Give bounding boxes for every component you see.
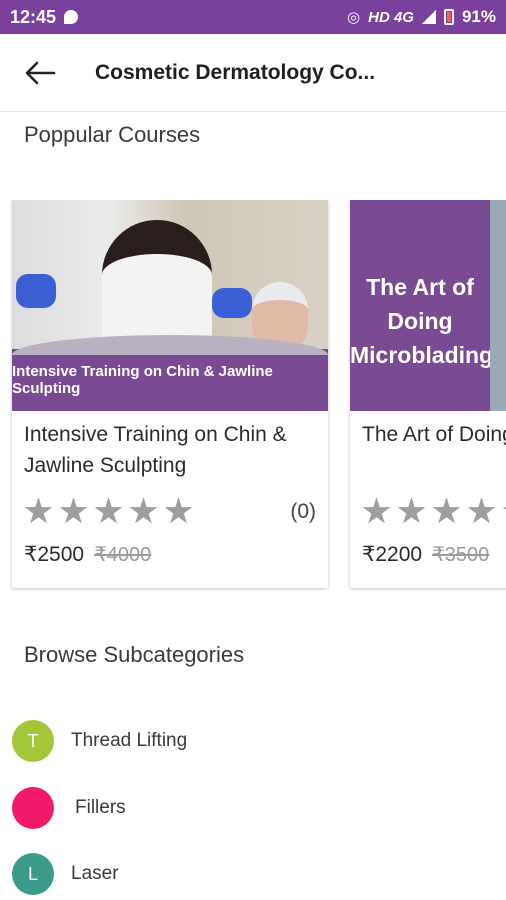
course-thumbnail: The Art of Doing Microblading (350, 200, 506, 411)
arrow-left-icon (25, 61, 56, 84)
status-bar: 12:45 ◎ HD 4G 91% (0, 0, 506, 34)
star-icon (24, 497, 53, 524)
star-icon (94, 497, 123, 524)
subcategory-laser[interactable]: L Laser (12, 853, 119, 895)
glove-shape (16, 274, 56, 308)
back-button[interactable] (0, 34, 80, 112)
glove-shape (212, 288, 252, 318)
app-bar: Cosmetic Dermatology Co... (0, 34, 506, 112)
course-name: Intensive Training on Chin & Jawline Scu… (24, 423, 287, 477)
star-icon (59, 497, 88, 524)
course-price: ₹2200 (362, 543, 423, 566)
subcategory-label: Laser (71, 863, 119, 884)
star-icon (502, 497, 506, 524)
subcategory-label: Thread Lifting (71, 730, 188, 751)
star-icon (362, 497, 391, 524)
course-thumbnail: Intensive Training on Chin & Jawline Scu… (12, 200, 328, 411)
star-icon (164, 497, 193, 524)
course-card[interactable]: Intensive Training on Chin & Jawline Scu… (12, 200, 328, 588)
course-old-price: ₹3500 (432, 544, 490, 566)
battery-icon (443, 9, 454, 25)
status-time: 12:45 (10, 6, 57, 27)
subcategory-avatar: T (12, 720, 54, 762)
course-name: The Art of Doing Microblading (362, 423, 506, 446)
thumbnail-banner: Intensive Training on Chin & Jawline Scu… (12, 335, 328, 411)
price-row: ₹2200 ₹3500 (362, 542, 506, 567)
notification-icon (64, 10, 79, 24)
subcategory-thread-lifting[interactable]: T Thread Lifting (12, 720, 187, 762)
review-count: (0) (290, 499, 316, 523)
subcategory-avatar (12, 787, 54, 829)
browse-subcategories-heading: Browse Subcategories (24, 642, 245, 667)
popular-courses-heading: Poppular Courses (24, 122, 201, 147)
thumbnail-caption: The Art of Doing Microblading (350, 274, 494, 368)
battery-percent: 91% (461, 7, 496, 26)
subcategory-fillers[interactable]: Fillers (12, 787, 126, 829)
subcategory-avatar: L (12, 853, 54, 895)
thumbnail-photo (490, 200, 506, 411)
price-row: ₹2500 ₹4000 (24, 542, 316, 567)
thumbnail-caption: Intensive Training on Chin & Jawline Scu… (12, 363, 273, 397)
network-type: HD 4G (368, 8, 414, 26)
star-rating (362, 497, 506, 526)
subcategory-label: Fillers (75, 797, 126, 818)
course-old-price: ₹4000 (94, 544, 152, 566)
course-card[interactable]: The Art of Doing Microblading The Art of… (350, 200, 506, 588)
star-icon (467, 497, 496, 524)
star-rating (24, 497, 193, 526)
course-price: ₹2500 (24, 543, 85, 566)
status-icons: ◎ HD 4G 91% (347, 7, 496, 27)
star-icon (129, 497, 158, 524)
hotspot-icon: ◎ (347, 9, 361, 26)
courses-carousel[interactable]: Intensive Training on Chin & Jawline Scu… (0, 200, 506, 592)
rating-row (362, 497, 506, 526)
page-title: Cosmetic Dermatology Co... (95, 60, 376, 84)
rating-row: (0) (24, 497, 316, 526)
star-icon (397, 497, 426, 524)
star-icon (432, 497, 461, 524)
signal-icon (421, 10, 436, 24)
